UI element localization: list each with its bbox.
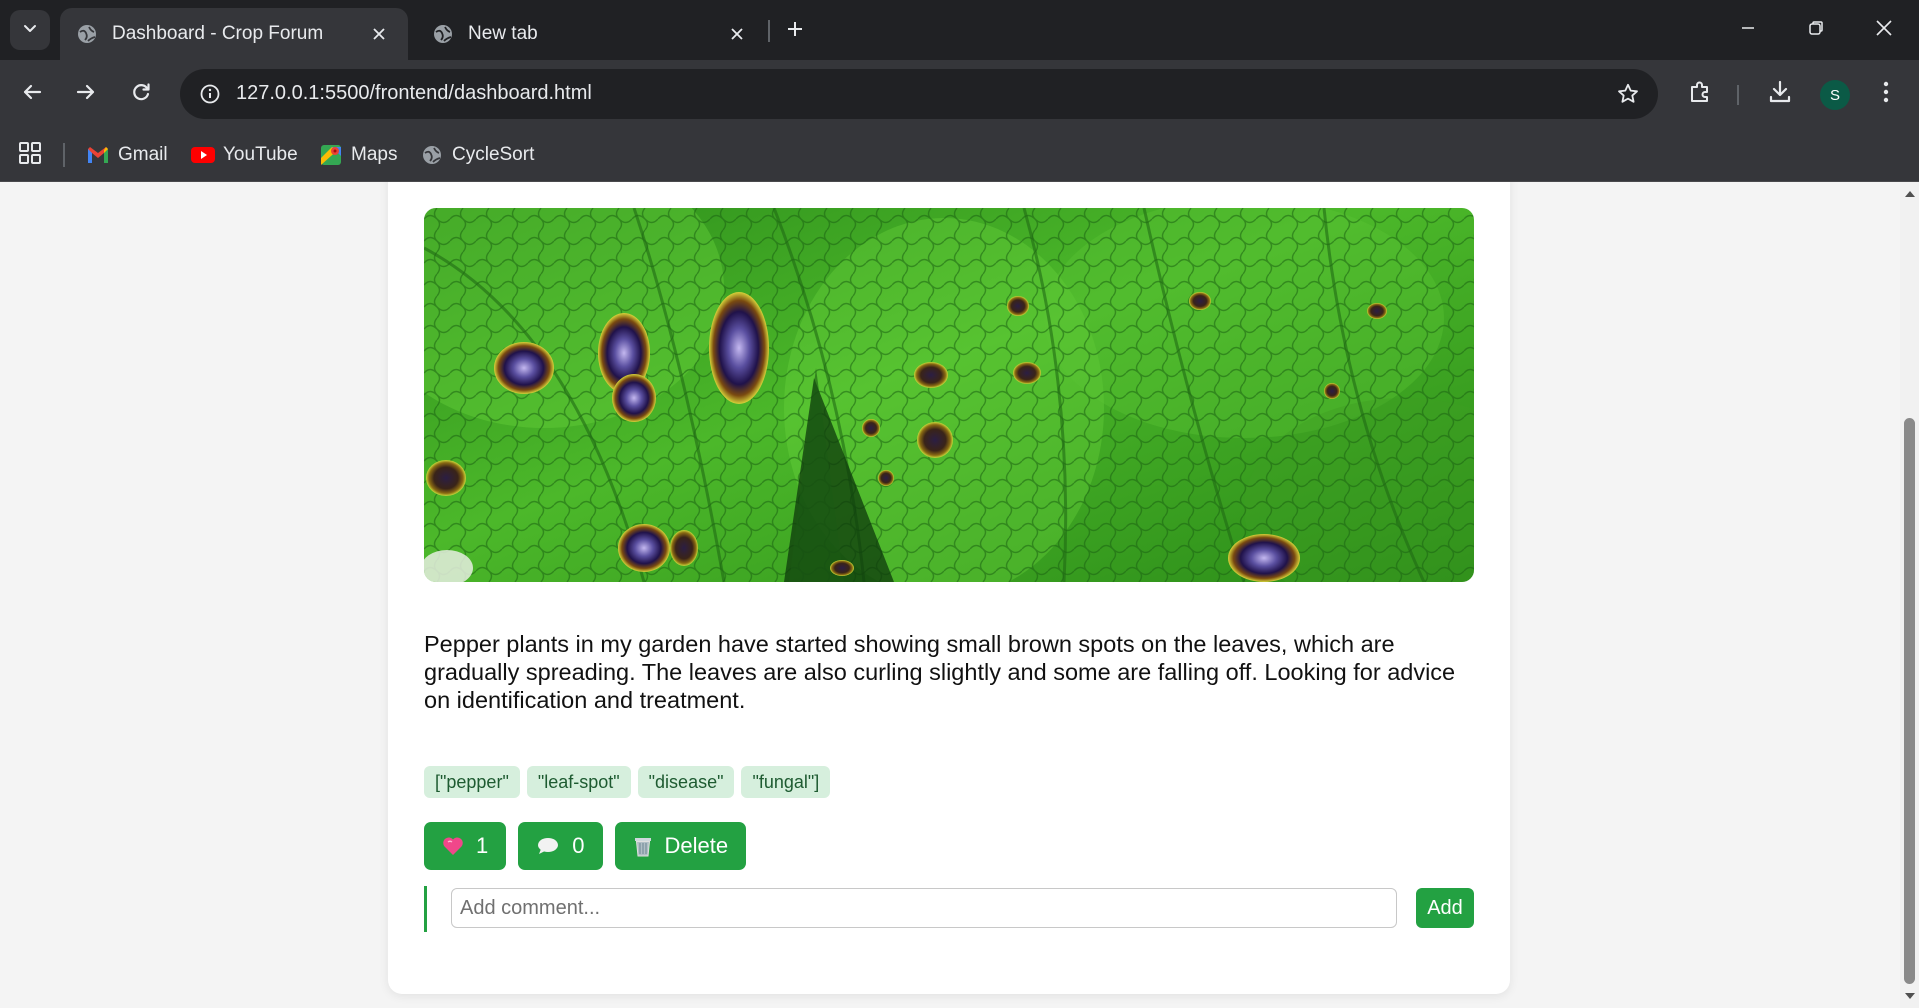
tab-dashboard[interactable]: Dashboard - Crop Forum [60, 8, 408, 60]
download-icon [1767, 79, 1793, 110]
browser-tabstrip: Dashboard - Crop Forum New tab [0, 0, 1919, 60]
new-tab-button[interactable] [778, 14, 812, 48]
post-card: Pepper plants in my garden have started … [388, 182, 1510, 994]
tab-search-button[interactable] [10, 10, 50, 50]
maps-icon [319, 143, 343, 167]
minimize-icon [1740, 20, 1756, 41]
chevron-down-icon [22, 20, 38, 41]
apps-button[interactable] [16, 141, 44, 169]
bookmark-label: CycleSort [452, 144, 535, 165]
globe-icon [420, 143, 444, 167]
reload-icon [130, 81, 152, 108]
tab-new-tab[interactable]: New tab [416, 8, 766, 60]
restore-button[interactable] [1782, 0, 1850, 60]
globe-icon [76, 23, 98, 45]
forward-button[interactable] [66, 74, 106, 114]
reload-button[interactable] [121, 74, 161, 114]
bookmark-label: YouTube [223, 144, 298, 165]
comment-form: Add [424, 884, 1474, 932]
tag-chip: "fungal"] [741, 766, 831, 798]
heart-icon [442, 836, 464, 856]
add-comment-button[interactable]: Add [1416, 888, 1474, 928]
plus-icon [786, 20, 804, 43]
bookmark-gmail[interactable]: Gmail [86, 140, 168, 170]
scroll-down-arrow-icon[interactable] [1900, 988, 1919, 1004]
bookmark-cyclesort[interactable]: CycleSort [420, 140, 534, 170]
tag-chip: "leaf-spot" [526, 766, 631, 798]
site-info-icon[interactable] [194, 78, 226, 110]
browser-toolbar: 127.0.0.1:5500/frontend/dashboard.html S [0, 60, 1919, 128]
trash-icon [633, 835, 653, 857]
more-vertical-icon [1882, 80, 1890, 109]
arrow-left-icon [21, 81, 43, 108]
globe-icon [432, 23, 454, 45]
tag-chip: ["pepper" [424, 766, 520, 798]
bookmark-label: Maps [351, 144, 398, 165]
minimize-button[interactable] [1714, 0, 1782, 60]
comment-toggle-button[interactable]: 0 [518, 822, 603, 870]
window-close-button[interactable] [1850, 0, 1918, 60]
apps-grid-icon [18, 141, 42, 170]
tag-chip: "disease" [637, 766, 735, 798]
tab-divider [768, 20, 770, 42]
post-tags: ["pepper" "leaf-spot" "disease" "fungal"… [424, 766, 831, 798]
tab-title: Dashboard - Crop Forum [112, 23, 324, 44]
address-url[interactable]: 127.0.0.1:5500/frontend/dashboard.html [236, 82, 592, 105]
puzzle-icon [1687, 79, 1713, 110]
downloads-button[interactable] [1760, 74, 1800, 114]
scroll-up-arrow-icon[interactable] [1900, 186, 1919, 202]
comment-accent-bar [424, 886, 427, 932]
like-button[interactable]: 1 [424, 822, 507, 870]
bookmark-label: Gmail [118, 144, 168, 165]
gmail-icon [86, 143, 110, 167]
scrollbar-thumb[interactable] [1904, 418, 1915, 984]
profile-avatar[interactable]: S [1820, 80, 1850, 110]
bookmarks-divider [63, 143, 65, 167]
close-icon[interactable] [366, 21, 392, 47]
close-icon[interactable] [724, 21, 750, 47]
post-description: Pepper plants in my garden have started … [424, 631, 1456, 713]
comment-count: 0 [572, 833, 585, 858]
bookmark-maps[interactable]: Maps [319, 140, 397, 170]
arrow-right-icon [75, 81, 97, 108]
delete-label: Delete [664, 833, 729, 858]
post-image [424, 208, 1474, 582]
post-actions: 1 0 Delete [424, 822, 747, 870]
youtube-icon [191, 143, 215, 167]
page-viewport: Pepper plants in my garden have started … [0, 182, 1900, 1008]
page-scrollbar[interactable] [1900, 182, 1919, 1008]
bookmarks-bar: Gmail YouTube Maps CycleSort [0, 128, 1919, 182]
extensions-button[interactable] [1680, 74, 1720, 114]
restore-icon [1808, 20, 1824, 41]
speech-bubble-icon [536, 837, 560, 855]
bookmark-youtube[interactable]: YouTube [191, 140, 298, 170]
toolbar-divider [1737, 85, 1739, 105]
comment-input[interactable] [451, 888, 1397, 928]
bookmark-star-icon[interactable] [1614, 80, 1642, 108]
address-bar[interactable]: 127.0.0.1:5500/frontend/dashboard.html [180, 69, 1658, 119]
close-icon [1875, 19, 1893, 42]
delete-button[interactable]: Delete [614, 822, 747, 870]
like-count: 1 [476, 833, 489, 858]
browser-menu-button[interactable] [1866, 74, 1906, 114]
back-button[interactable] [12, 74, 52, 114]
tab-title: New tab [468, 23, 538, 44]
